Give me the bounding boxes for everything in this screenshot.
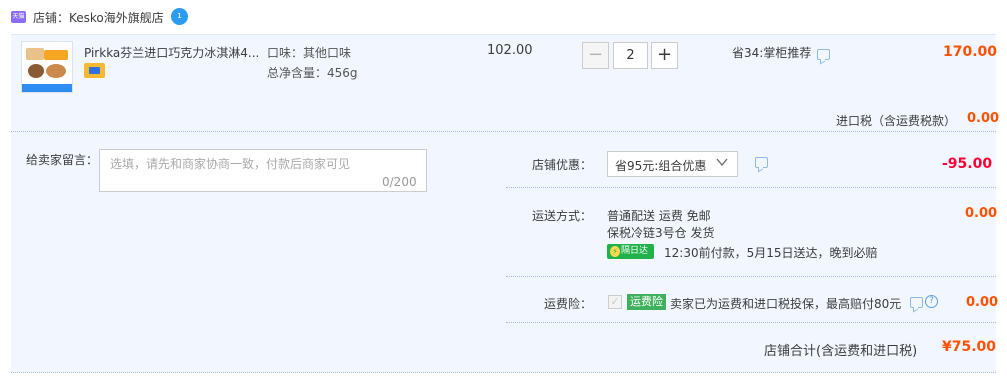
seller-message-label: 给卖家留言： [26,153,99,167]
shipping-insurance-text: 卖家已为运费和进口税投保，最高赔付80元 [670,297,902,311]
delivery-promise-text: 12:30前付款，5月15日送达，晚到必赔 [664,246,878,260]
product-thumbnail[interactable] [21,41,73,93]
product-attr-flavor: 口味：其他口味 [267,46,352,60]
row-divider [506,322,996,323]
shop-name-link[interactable]: 店铺：Kesko海外旗舰店 [33,9,164,26]
shipping-fee-value: 0.00 [965,206,998,221]
item-promo-label: 省34:掌柜推荐 [732,46,812,60]
shipping-insurance-value: 0.00 [966,295,999,310]
import-tax-label: 进口税（含运费税款） [836,114,957,128]
shop-total-value: ¥75.00 [942,339,997,355]
tmall-shop-icon: 天猫 [11,11,26,23]
shop-discount-label: 店铺优惠： [532,158,593,172]
quantity-increase-button[interactable]: + [651,42,678,69]
chevron-down-icon [716,158,728,167]
insurance-comment-icon[interactable] [910,297,923,308]
shop-discount-value: -95.00 [942,156,993,172]
unit-price: 102.00 [487,43,533,58]
help-icon[interactable]: ? [925,295,938,308]
row-divider [506,276,996,277]
shipping-method-text: 普通配送 运费 免邮 [607,209,711,223]
shop-total-label: 店铺合计(含运费和进口税) [764,344,918,359]
seller-message-char-count: 0/200 [382,175,417,189]
row-divider [506,187,996,188]
quantity-input[interactable]: 2 [613,42,648,69]
credit-card-icon [84,63,105,78]
shop-discount-selected-value: 省95元:组合优惠 [615,159,707,173]
discount-comment-icon[interactable] [755,157,768,168]
shipping-warehouse-text: 保税冷链3号仓 发货 [607,226,715,240]
shipping-insurance-label: 运费险： [544,297,593,311]
wangwang-chat-icon[interactable]: 1 [171,8,188,25]
shipping-insurance-checkbox[interactable]: ✓ [608,295,622,309]
import-tax-value: 0.00 [967,111,1000,126]
product-attr-weight: 总净含量：456g [267,66,358,80]
shipping-insurance-tag: 运费险 [627,294,666,310]
product-title-link[interactable]: Pirkka芬兰进口巧克力冰淇淋4... [84,44,264,61]
lightning-icon: ⚡ [610,246,620,257]
quantity-decrease-button[interactable]: − [582,42,609,69]
promo-comment-icon[interactable] [817,49,830,60]
item-subtotal: 170.00 [943,44,998,60]
seller-message-placeholder: 选填，请先和商家协商一致，付款后商家可见 [110,157,351,171]
shipping-method-label: 运送方式： [532,209,593,223]
